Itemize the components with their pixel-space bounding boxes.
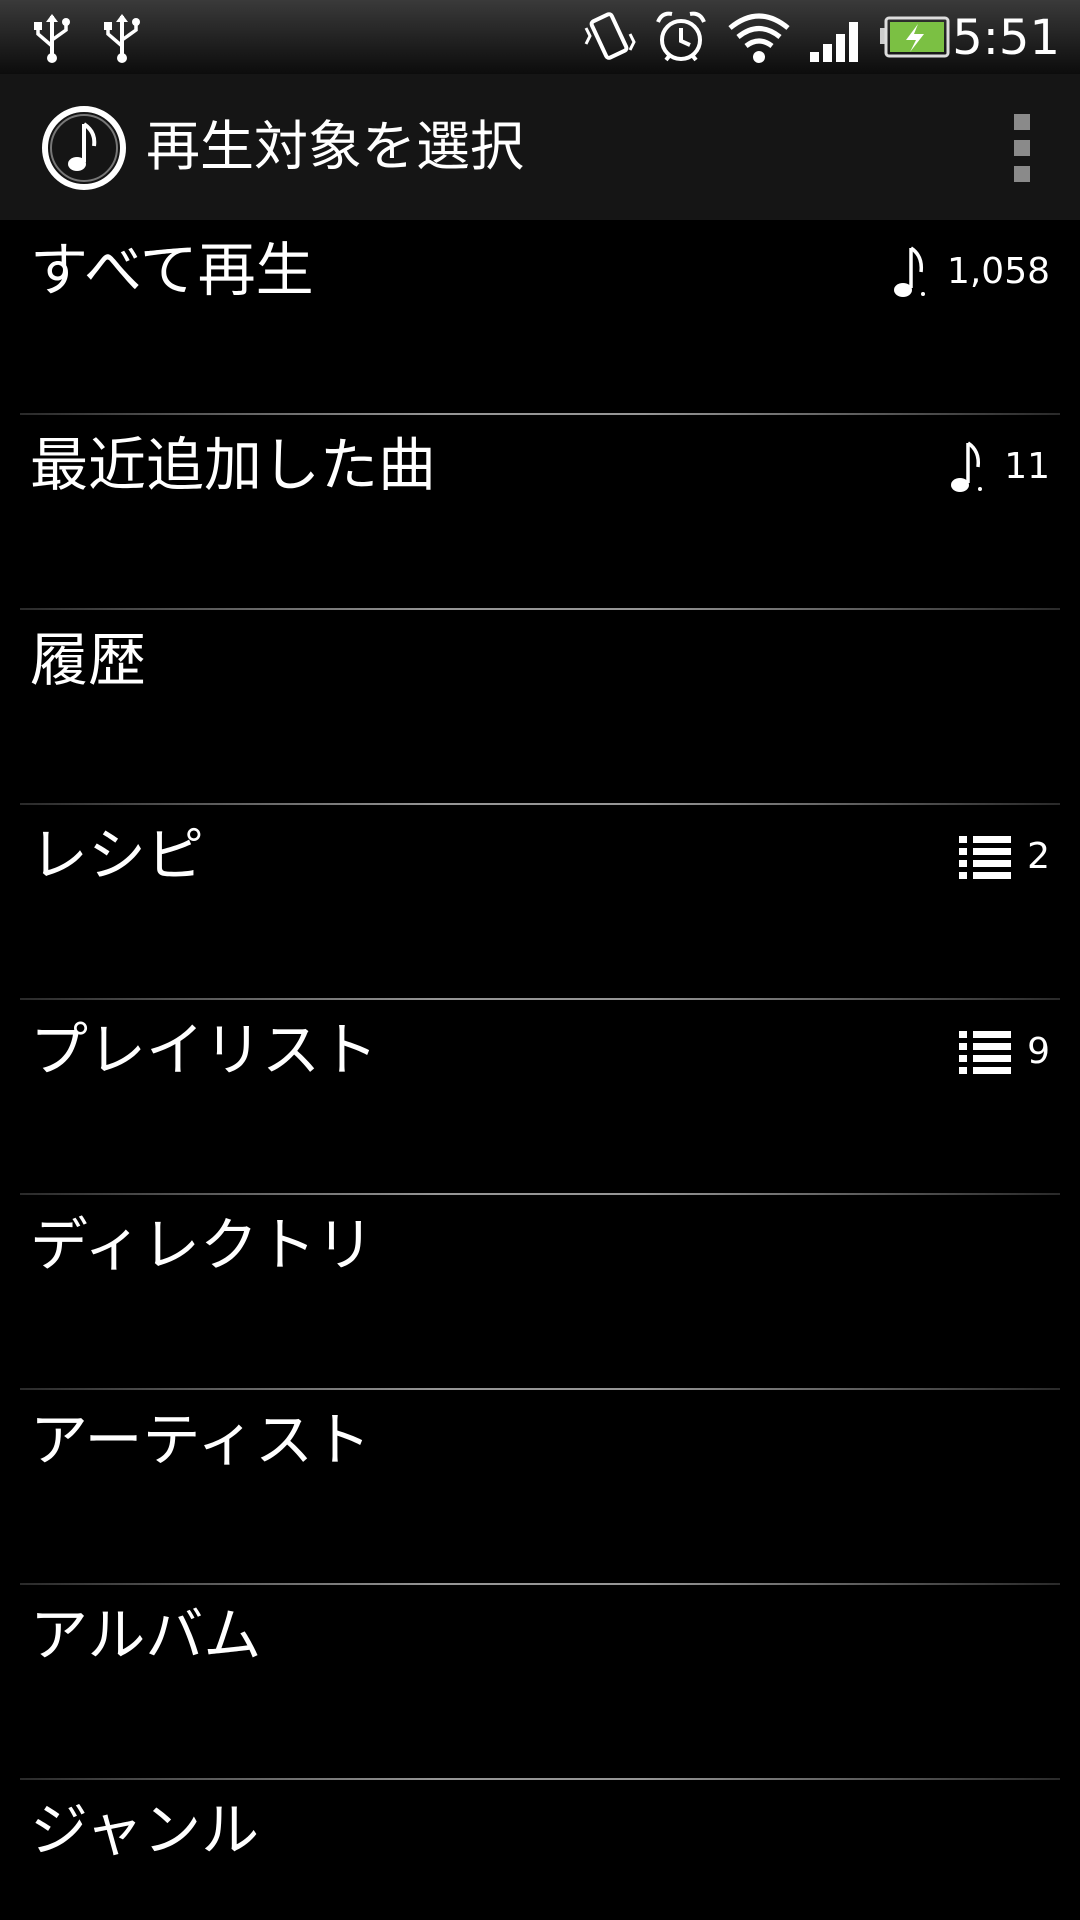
list-item-label: アーティスト (30, 1406, 372, 1474)
list-item-count: 1,058 (946, 251, 1050, 292)
list-item-recently-added[interactable]: 最近追加した曲 11 (0, 415, 1080, 610)
list-item-label: レシピ (30, 821, 205, 889)
list-item-directory[interactable]: ディレクトリ (0, 1195, 1080, 1390)
page-title: 再生対象を選択 (146, 115, 524, 178)
list-item-count: 9 (1027, 1031, 1050, 1072)
status-bar: 5:51 (0, 0, 1080, 74)
vibrate-icon (584, 12, 636, 60)
list-item-count: 11 (1004, 446, 1050, 487)
list-item-albums[interactable]: アルバム (0, 1585, 1080, 1780)
list-item-label: 履歴 (30, 626, 147, 694)
list-item-history[interactable]: 履歴 (0, 610, 1080, 805)
music-note-icon[interactable] (40, 104, 128, 192)
list-item-label: アルバム (30, 1601, 262, 1669)
alarm-icon (656, 11, 706, 62)
clock: 5:51 (952, 10, 1060, 66)
playback-target-list: すべて再生 1,058 最近追加した曲 11 履歴 レシピ 2 プレイリスト 9… (0, 220, 1080, 1920)
list-item-recipes[interactable]: レシピ 2 (0, 805, 1080, 1000)
list-icon (959, 836, 1012, 879)
screen: 5:51 再生対象を選択 すべて再生 1,058 最近追加した曲 11 履歴 レ… (0, 0, 1080, 1920)
usb-icon (104, 14, 140, 63)
battery-charging-icon (880, 16, 950, 58)
list-item-artists[interactable]: アーティスト (0, 1390, 1080, 1585)
list-icon (959, 1031, 1012, 1074)
music-note-icon (951, 441, 983, 492)
list-item-label: 最近追加した曲 (30, 431, 437, 499)
list-item-meta: 11 (946, 437, 1050, 497)
list-item-label: プレイリスト (30, 1016, 379, 1084)
list-item-meta: 2 (957, 827, 1050, 887)
signal-icon (810, 22, 858, 62)
list-item-label: すべて再生 (30, 236, 314, 304)
list-item-label: ジャンル (30, 1796, 260, 1864)
list-item-count: 2 (1027, 836, 1050, 877)
list-item-meta: 9 (957, 1022, 1050, 1082)
list-item-meta: 1,058 (889, 242, 1050, 302)
list-item-play-all[interactable]: すべて再生 1,058 (0, 220, 1080, 415)
action-bar: 再生対象を選択 (0, 74, 1080, 220)
list-item-genres[interactable]: ジャンル (0, 1780, 1080, 1920)
list-item-playlists[interactable]: プレイリスト 9 (0, 1000, 1080, 1195)
music-note-icon (893, 246, 925, 297)
usb-icon (34, 14, 70, 63)
wifi-icon (728, 13, 790, 63)
overflow-menu-icon[interactable] (994, 110, 1050, 186)
list-item-label: ディレクトリ (30, 1211, 374, 1279)
